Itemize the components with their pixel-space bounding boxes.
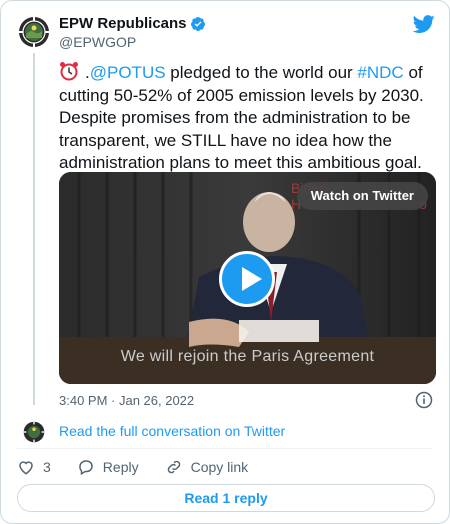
author-name[interactable]: EPW Republicans	[59, 15, 187, 32]
tweet-card: EPW Republicans @EPWGOP .@POTUS pledged …	[0, 0, 450, 524]
read-replies-button[interactable]: Read 1 reply	[17, 484, 435, 512]
watch-on-twitter-button[interactable]: Watch on Twitter	[296, 182, 428, 210]
reply-bubble-icon	[79, 460, 93, 476]
author-row[interactable]: EPW Republicans	[59, 15, 206, 32]
tweet-timestamp[interactable]: 3:40 PM · Jan 26, 2022	[59, 393, 194, 408]
verified-badge-icon	[190, 16, 205, 31]
alarm-clock-icon	[60, 62, 78, 81]
mention-potus-link[interactable]: @POTUS	[90, 63, 166, 82]
divider	[17, 448, 433, 449]
tweet-text: .@POTUS pledged to the world our #NDC of…	[59, 61, 439, 175]
reply-button[interactable]: Reply	[77, 458, 139, 476]
twitter-bird-icon[interactable]	[413, 13, 435, 35]
tweet-text-part: pledged to the world our	[165, 63, 358, 82]
conversation-row	[23, 421, 45, 443]
video-subtitle: We will rejoin the Paris Agreement	[120, 348, 375, 365]
copy-link-label: Copy link	[190, 459, 249, 475]
like-button[interactable]: 3	[17, 458, 51, 476]
action-bar: 3 Reply Copy link	[17, 458, 274, 476]
heart-icon	[19, 461, 33, 475]
read-full-conversation-link[interactable]: Read the full conversation on Twitter	[59, 423, 285, 439]
epw-logo-avatar[interactable]	[18, 16, 50, 48]
link-icon	[167, 460, 180, 474]
author-handle[interactable]: @EPWGOP	[59, 34, 136, 50]
copy-link-button[interactable]: Copy link	[165, 458, 249, 476]
play-icon[interactable]	[219, 251, 275, 307]
video-media[interactable]: Biden-Ho Watch on Twitter We will rejoin…	[59, 172, 436, 384]
reply-label: Reply	[102, 459, 139, 475]
thread-line	[33, 53, 35, 405]
epw-logo-small-avatar	[23, 421, 45, 443]
like-count: 3	[43, 459, 51, 475]
hashtag-ndc-link[interactable]: #NDC	[357, 63, 403, 82]
info-icon[interactable]	[415, 391, 433, 409]
